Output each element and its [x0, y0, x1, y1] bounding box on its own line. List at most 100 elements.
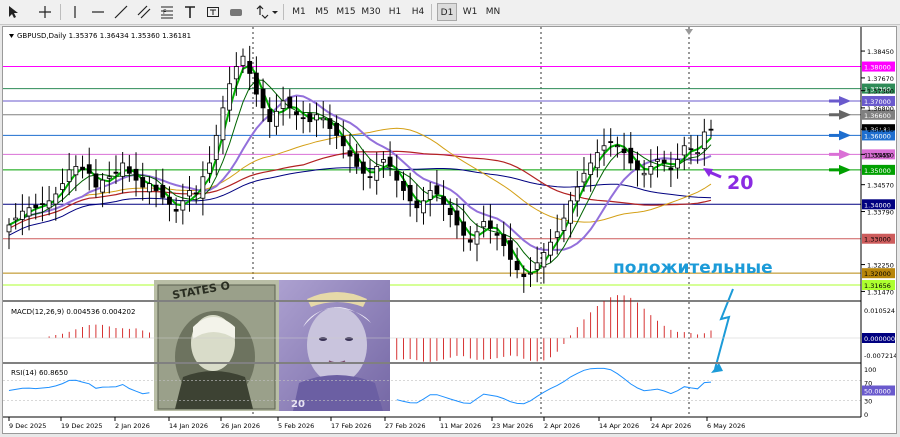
- candle-body: [46, 200, 52, 209]
- candle-body: [588, 162, 594, 175]
- candle-body: [467, 239, 473, 243]
- timeframe-h1[interactable]: H1: [385, 3, 405, 21]
- price-axis-label: 1.36180: [867, 126, 894, 134]
- fibonacci-icon[interactable]: F: [160, 5, 174, 19]
- candle-body: [447, 207, 453, 216]
- time-axis-label: 14 Jan 2026: [169, 422, 208, 430]
- candle-body: [454, 210, 460, 226]
- level-price: 1.38000: [864, 64, 891, 72]
- time-axis-label: 9 Dec 2025: [9, 422, 46, 430]
- timeframe-m5[interactable]: M5: [312, 3, 332, 21]
- candle-body: [200, 176, 206, 199]
- candle-body: [80, 166, 85, 171]
- candle-body: [574, 186, 580, 202]
- rsi-axis-label: 0: [864, 411, 868, 419]
- timeframe-m15[interactable]: M15: [335, 3, 357, 21]
- candle-body: [193, 192, 199, 195]
- timeframe-mn[interactable]: MN: [483, 3, 503, 21]
- candle-body: [481, 221, 487, 228]
- timeframe-d1[interactable]: D1: [437, 3, 457, 21]
- price-chart[interactable]: 1.380001.373601.370001.366001.361811.360…: [3, 27, 897, 433]
- toolbar-separator: [60, 4, 61, 20]
- horizontal-line-icon[interactable]: [91, 5, 105, 19]
- candle-body: [387, 156, 393, 167]
- candle-body: [173, 209, 179, 212]
- candle-body: [668, 167, 674, 171]
- candle-body: [93, 173, 99, 188]
- candle-body: [327, 118, 333, 129]
- candle-body: [287, 96, 293, 109]
- candle-body: [113, 171, 119, 174]
- time-axis-label: 14 Apr 2026: [599, 422, 639, 430]
- candle-body: [628, 147, 634, 164]
- time-axis-label: 2 Apr 2026: [544, 422, 580, 430]
- rsi-axis-label: 30: [864, 397, 872, 405]
- cursor-icon[interactable]: [6, 5, 20, 19]
- candle-body: [641, 172, 647, 176]
- arrow-icon[interactable]: [254, 5, 278, 19]
- candle-body: [86, 164, 92, 174]
- vertical-line-icon[interactable]: [68, 5, 82, 19]
- toolbar-separator: [283, 4, 284, 20]
- price-axis-label: 1.32250: [867, 262, 894, 270]
- rsi-axis-label: 100: [864, 366, 876, 374]
- timeframe-m1[interactable]: M1: [289, 3, 309, 21]
- candle-body: [19, 210, 25, 220]
- candle-body: [207, 162, 212, 174]
- candle-body: [53, 193, 59, 205]
- candle-body: [608, 141, 614, 143]
- candle-body: [240, 55, 246, 66]
- trendline-icon[interactable]: [114, 5, 128, 19]
- candle-body: [167, 196, 172, 205]
- chart-window[interactable]: 1.38000 1.37360 1.37000 1.36600 1.36181 1.360…: [2, 26, 897, 434]
- timeframe-w1[interactable]: W1: [460, 3, 480, 21]
- candle-body: [60, 183, 65, 190]
- candle-body: [441, 196, 446, 205]
- candle-body: [414, 200, 420, 209]
- candle-body: [300, 117, 306, 120]
- price-axis-label: 1.37670: [867, 75, 894, 83]
- price-axis-label: 1.31470: [867, 288, 894, 296]
- label-icon[interactable]: [206, 5, 220, 19]
- candle-body: [421, 200, 426, 214]
- candle-body: [106, 176, 112, 179]
- chart-header: GBPUSD,Daily 1.35376 1.36434 1.35360 1.3…: [17, 32, 191, 40]
- macd-axis-label: -0.007214: [864, 352, 896, 360]
- candle-body: [601, 145, 607, 151]
- rsi-label: RSI(14) 60.8650: [11, 369, 68, 377]
- text-icon[interactable]: [183, 5, 197, 19]
- time-axis-label: 23 Mar 2026: [492, 422, 533, 430]
- candle-body: [334, 122, 340, 136]
- time-axis-label: 11 Mar 2026: [440, 422, 481, 430]
- candle-body: [494, 233, 500, 236]
- price-axis-label: 1.36800: [867, 105, 894, 113]
- shapes-icon[interactable]: [229, 5, 243, 19]
- candle-body: [695, 152, 701, 155]
- candle-body: [461, 221, 467, 236]
- candle-body: [140, 177, 146, 188]
- timeframe-h4[interactable]: H4: [408, 3, 428, 21]
- candle-body: [247, 60, 253, 74]
- candle-body: [360, 161, 366, 174]
- crosshair-icon[interactable]: [38, 5, 52, 19]
- candle-body: [126, 166, 132, 174]
- candle-body: [307, 113, 313, 123]
- candle-body: [534, 262, 540, 270]
- candle-body: [320, 117, 326, 121]
- candle-body: [100, 179, 105, 193]
- timeframe-m30[interactable]: M30: [360, 3, 382, 21]
- price-axis-label: 1.34570: [867, 182, 894, 190]
- channel-icon[interactable]: [137, 5, 151, 19]
- price-axis-label: 1.37300: [867, 88, 894, 96]
- candle-body: [66, 169, 72, 182]
- candle-body: [253, 72, 259, 95]
- candle-body: [501, 234, 507, 247]
- level-price: 1.35000: [864, 167, 891, 175]
- candle-body: [427, 190, 433, 200]
- candle-body: [354, 153, 360, 167]
- candle-body: [153, 184, 159, 191]
- candle-body: [6, 224, 12, 233]
- time-axis-label: 17 Feb 2026: [331, 422, 371, 430]
- time-axis-label: 5 Feb 2026: [278, 422, 314, 430]
- candle-body: [267, 109, 273, 123]
